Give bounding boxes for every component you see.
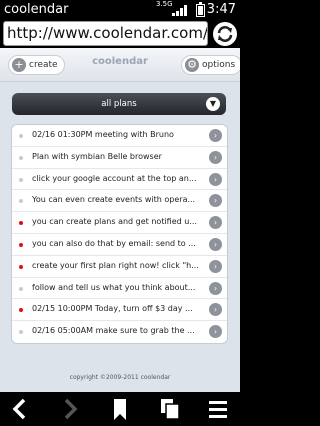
bullet-dot-icon — [19, 199, 23, 204]
plan-item[interactable]: You can even create events with opera...… — [12, 190, 227, 213]
clock: 3:47 — [206, 2, 236, 17]
web-page: + create coolendar ⚙ options all plans ▼… — [0, 48, 240, 392]
chevron-right-icon[interactable]: › — [209, 303, 222, 317]
plan-item[interactable]: follow and tell us what you think about.… — [12, 278, 227, 300]
chevron-right-icon[interactable]: › — [209, 194, 222, 208]
options-label: options — [202, 60, 236, 70]
bookmark-button[interactable] — [100, 392, 140, 426]
battery-icon — [196, 2, 205, 17]
app-name: coolendar — [4, 2, 69, 17]
plan-text: 02/16 01:30PM meeting with Bruno — [32, 130, 174, 139]
chevron-right-icon[interactable]: › — [209, 172, 222, 186]
copyright: copyright ©2009-2011 coolendar — [69, 374, 171, 381]
plan-text: you can also do that by email: send to .… — [32, 238, 196, 248]
signal-icon — [172, 4, 190, 16]
plan-text: 02/15 10:00PM Today, turn off $3 day ... — [32, 304, 193, 314]
plan-text: Plan with symbian Belle browser — [32, 151, 162, 161]
plan-text: You can even create events with opera... — [32, 195, 196, 205]
plan-item[interactable]: 02/16 05:00AM make sure to grab the ... › — [12, 321, 227, 343]
chevron-right-icon[interactable]: › — [209, 259, 222, 273]
plan-item[interactable]: 02/16 01:30PM meeting with Bruno › — [12, 125, 227, 147]
chevron-right-icon[interactable]: › — [209, 150, 222, 164]
plans-filter-dropdown[interactable]: all plans ▼ — [12, 93, 226, 115]
plans-list: 02/16 01:30PM meeting with Bruno › Plan wi… — [11, 124, 228, 344]
windows-icon — [161, 399, 180, 420]
plan-text: create your first plan right now! click … — [32, 260, 199, 270]
plan-text: 02/16 05:00AM make sure to grab the ... — [32, 326, 195, 336]
filter-label: all plans — [101, 99, 137, 109]
bullet-dot-icon — [19, 330, 23, 335]
gear-icon: ⚙ — [185, 58, 199, 72]
plan-text: click your google account at the top an.… — [32, 173, 197, 183]
chevron-right-icon[interactable]: › — [209, 129, 222, 142]
plan-item[interactable]: you can create plans and get notified u.… — [12, 212, 227, 234]
bullet-dot-icon — [19, 155, 23, 160]
chevron-right-icon[interactable]: › — [209, 237, 222, 251]
status-bar: coolendar 3.5G 3:47 — [0, 0, 240, 20]
menu-icon — [209, 401, 227, 418]
plan-item[interactable]: you can also do that by email: send to .… — [12, 234, 227, 256]
plan-text: you can create plans and get notified u.… — [32, 217, 197, 227]
chevron-right-icon[interactable]: › — [209, 281, 222, 295]
browser-toolbar — [0, 392, 240, 426]
important-dot-icon — [19, 221, 23, 226]
bullet-dot-icon — [19, 286, 23, 291]
windows-button[interactable] — [150, 392, 190, 426]
url-text: http://www.coolendar.com/ — [7, 24, 208, 42]
forward-button[interactable] — [50, 392, 90, 426]
chevron-right-icon[interactable]: › — [209, 325, 222, 339]
plan-item[interactable]: create your first plan right now! click … — [12, 256, 227, 278]
bullet-dot-icon — [19, 177, 23, 182]
chevron-right-icon[interactable]: › — [209, 216, 222, 230]
important-dot-icon — [19, 264, 23, 269]
bookmark-icon — [114, 399, 126, 420]
back-arrow-icon — [12, 398, 26, 420]
site-header: + create coolendar ⚙ options — [0, 48, 240, 82]
bullet-dot-icon — [19, 134, 23, 138]
url-field[interactable]: http://www.coolendar.com/ — [3, 21, 208, 46]
plan-item[interactable]: Plan with symbian Belle browser › — [12, 147, 227, 169]
back-button[interactable] — [0, 392, 40, 426]
plan-item[interactable]: click your google account at the top an.… — [12, 169, 227, 191]
options-button[interactable]: ⚙ options — [181, 55, 240, 75]
address-bar: http://www.coolendar.com/ — [0, 20, 240, 48]
plan-item[interactable]: 02/15 10:00PM Today, turn off $3 day ...… — [12, 299, 227, 322]
reload-button[interactable] — [212, 21, 238, 47]
important-dot-icon — [19, 308, 23, 313]
reload-icon — [213, 22, 237, 46]
forward-arrow-icon — [64, 398, 78, 420]
network-type: 3.5G — [156, 0, 173, 8]
important-dot-icon — [19, 242, 23, 247]
menu-button[interactable] — [198, 392, 238, 426]
chevron-down-icon: ▼ — [206, 97, 220, 111]
plan-text: follow and tell us what you think about.… — [32, 282, 196, 292]
